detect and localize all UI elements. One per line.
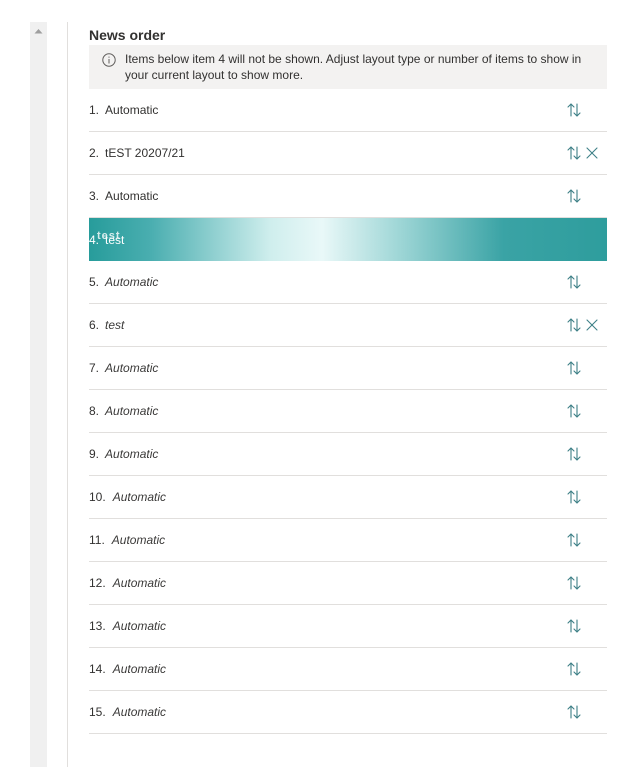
list-item[interactable]: 3. Automatic bbox=[89, 175, 607, 218]
list-item-number: 9. bbox=[89, 447, 100, 461]
reorder-arrows-icon[interactable] bbox=[565, 617, 583, 635]
list-item-label: 2. tEST 20207/21 bbox=[89, 145, 185, 161]
list-item-text: tEST 20207/21 bbox=[105, 146, 185, 160]
list-item-label: 15. Automatic bbox=[89, 704, 166, 720]
list-item-label: 14. Automatic bbox=[89, 661, 166, 677]
list-item-actions bbox=[565, 433, 583, 475]
list-item[interactable]: 12. Automatic bbox=[89, 562, 607, 605]
list-item-number: 10. bbox=[89, 490, 106, 504]
list-item[interactable]: 5. Automatic bbox=[89, 261, 607, 304]
list-item-label: 10. Automatic bbox=[89, 489, 166, 505]
list-item-actions bbox=[565, 476, 583, 518]
info-message-text: Items below item 4 will not be shown. Ad… bbox=[125, 52, 582, 82]
list-item[interactable]: 14. Automatic bbox=[89, 648, 607, 691]
drag-ghost-label: test bbox=[97, 230, 121, 242]
list-item[interactable]: 7. Automatic bbox=[89, 347, 607, 390]
reorder-arrows-icon[interactable] bbox=[565, 273, 583, 291]
list-item-actions bbox=[565, 132, 601, 174]
list-item-number: 6. bbox=[89, 318, 100, 332]
list-item-number: 5. bbox=[89, 275, 100, 289]
list-item[interactable]: 13. Automatic bbox=[89, 605, 607, 648]
list-item-text: Automatic bbox=[112, 576, 167, 590]
list-item-actions bbox=[565, 175, 583, 217]
reorder-arrows-icon[interactable] bbox=[565, 660, 583, 678]
reorder-arrows-icon[interactable] bbox=[565, 316, 583, 334]
list-item[interactable]: 15. Automatic bbox=[89, 691, 607, 734]
reorder-arrows-icon[interactable] bbox=[565, 144, 583, 162]
list-item-text: Automatic bbox=[105, 103, 159, 117]
close-icon[interactable] bbox=[583, 316, 601, 334]
list-item-label: 11. Automatic bbox=[89, 532, 165, 548]
list-item-number: 11. bbox=[89, 533, 105, 547]
reorder-arrows-icon[interactable] bbox=[565, 445, 583, 463]
list-item-number: 3. bbox=[89, 189, 100, 203]
list-item[interactable]: 6. test bbox=[89, 304, 607, 347]
list-item[interactable]: 8. Automatic bbox=[89, 390, 607, 433]
reorder-arrows-icon[interactable] bbox=[565, 703, 583, 721]
list-item-label: 8. Automatic bbox=[89, 403, 158, 419]
list-item-text: Automatic bbox=[112, 490, 167, 504]
panel-title: News order bbox=[89, 27, 166, 43]
list-item-actions bbox=[565, 605, 583, 647]
list-item[interactable]: 1. Automatic bbox=[89, 89, 607, 132]
list-item-label: 1. Automatic bbox=[89, 102, 158, 118]
list-item-text: Automatic bbox=[111, 533, 166, 547]
list-item-number: 15. bbox=[89, 705, 106, 719]
list-item-text: Automatic bbox=[105, 361, 159, 375]
list-item-actions bbox=[565, 691, 583, 733]
list-item-number: 8. bbox=[89, 404, 100, 418]
list-item-text: test bbox=[105, 318, 125, 332]
list-item-label: 12. Automatic bbox=[89, 575, 166, 591]
list-item-actions bbox=[565, 261, 583, 303]
list-item-label: 9. Automatic bbox=[89, 446, 158, 462]
list-item-number: 7. bbox=[89, 361, 100, 375]
list-item-label: 7. Automatic bbox=[89, 360, 158, 376]
list-item-text: Automatic bbox=[112, 705, 167, 719]
list-item[interactable]: 9. Automatic bbox=[89, 433, 607, 476]
list-item-actions bbox=[565, 89, 583, 131]
list-item-actions bbox=[565, 519, 583, 561]
list-item-label: 13. Automatic bbox=[89, 618, 166, 634]
list-item-actions bbox=[565, 390, 583, 432]
reorder-arrows-icon[interactable] bbox=[565, 359, 583, 377]
list-item-actions bbox=[565, 648, 583, 690]
scrollbar[interactable] bbox=[30, 22, 47, 767]
list-item-text: Automatic bbox=[105, 447, 159, 461]
list-item-label: 5. Automatic bbox=[89, 274, 158, 290]
list-item[interactable]: 2. tEST 20207/21 bbox=[89, 132, 607, 175]
list-item-dragging[interactable]: test 4. test bbox=[89, 218, 607, 261]
close-icon[interactable] bbox=[583, 144, 601, 162]
list-item-number: 14. bbox=[89, 662, 106, 676]
scroll-up-button[interactable] bbox=[30, 22, 47, 39]
chevron-up-icon bbox=[34, 28, 43, 33]
list-item-number: 2. bbox=[89, 146, 100, 160]
info-message-bar: Items below item 4 will not be shown. Ad… bbox=[89, 45, 607, 89]
list-item-number: 12. bbox=[89, 576, 106, 590]
list-item[interactable]: 11. Automatic bbox=[89, 519, 607, 562]
list-item-text: Automatic bbox=[105, 404, 159, 418]
reorder-arrows-icon[interactable] bbox=[565, 574, 583, 592]
list-item-number: 13. bbox=[89, 619, 106, 633]
list-item-text: Automatic bbox=[112, 662, 167, 676]
news-order-list: 1. Automatic 2. tEST 20207/21 3. Automatic tes… bbox=[89, 89, 607, 734]
panel-divider bbox=[67, 22, 68, 767]
reorder-arrows-icon[interactable] bbox=[565, 488, 583, 506]
reorder-arrows-icon[interactable] bbox=[565, 187, 583, 205]
reorder-arrows-icon[interactable] bbox=[565, 531, 583, 549]
list-item[interactable]: 10. Automatic bbox=[89, 476, 607, 519]
reorder-arrows-icon[interactable] bbox=[565, 101, 583, 119]
list-item-text: Automatic bbox=[105, 275, 159, 289]
list-item-actions bbox=[565, 562, 583, 604]
list-item-text: Automatic bbox=[112, 619, 167, 633]
list-item-label: 6. test bbox=[89, 317, 124, 333]
reorder-arrows-icon[interactable] bbox=[565, 402, 583, 420]
list-item-text: Automatic bbox=[105, 189, 159, 203]
list-item-number: 1. bbox=[89, 103, 100, 117]
news-order-panel: News order Items below item 4 will not b… bbox=[89, 22, 607, 734]
info-icon bbox=[102, 53, 116, 67]
list-item-actions bbox=[565, 304, 601, 346]
list-item-actions bbox=[565, 347, 583, 389]
list-item-label: 3. Automatic bbox=[89, 188, 158, 204]
